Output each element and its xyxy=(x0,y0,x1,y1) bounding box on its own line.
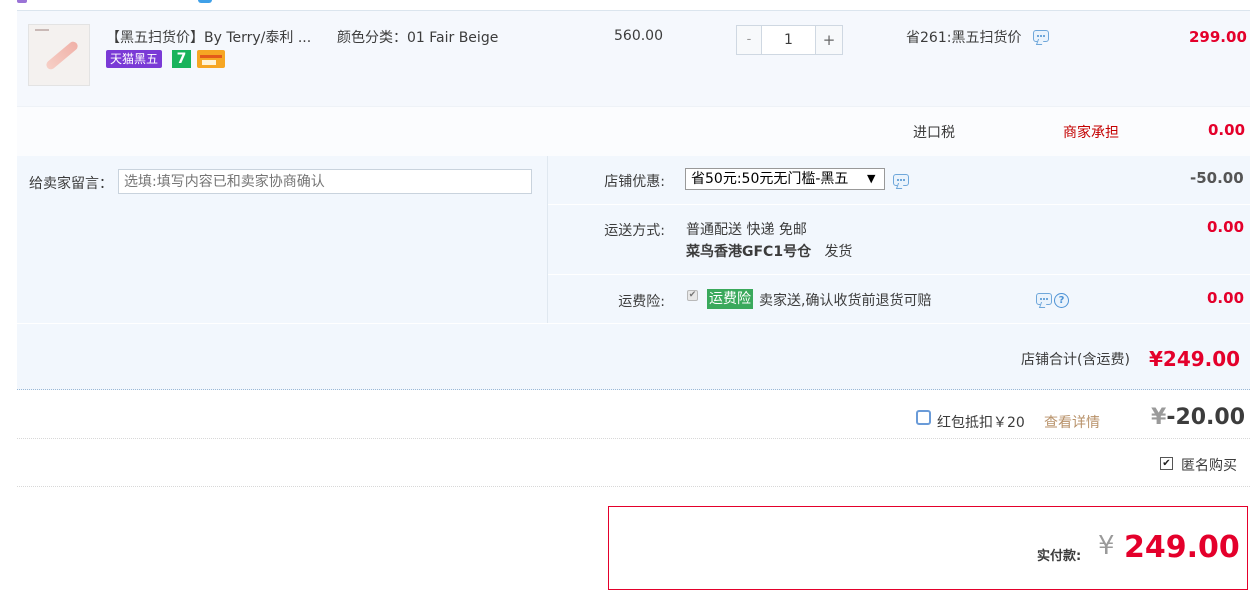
currency-symbol: ¥ xyxy=(1098,531,1115,561)
anonymous-label: 匿名购买 xyxy=(1181,458,1237,474)
product-sku: 颜色分类：01 Fair Beige xyxy=(337,30,499,46)
quantity-decrease-button[interactable]: - xyxy=(736,25,762,55)
product-thumbnail[interactable] xyxy=(28,24,90,86)
shop-total-label: 店铺合计(含运费) xyxy=(1021,352,1130,368)
shop-total-value: ¥249.00 xyxy=(1149,347,1241,371)
dropdown-arrow-icon[interactable]: ▼ xyxy=(867,172,875,185)
insurance-checkbox[interactable]: ✔ xyxy=(687,290,698,301)
import-tax-value: 商家承担 xyxy=(1063,125,1119,141)
shop-coupon-label: 店铺优惠: xyxy=(604,174,665,190)
shop-coupon-select[interactable]: 省50元:50元无门槛-黑五 xyxy=(685,168,885,190)
red-packet-detail-link[interactable]: 查看详情 xyxy=(1044,412,1100,432)
quantity-input[interactable]: 1 xyxy=(761,25,816,55)
currency-symbol: ¥ xyxy=(1151,405,1167,430)
red-packet-label: 红包抵扣￥20 xyxy=(937,415,1025,431)
chat-icon[interactable] xyxy=(1036,293,1052,305)
clipped-icon xyxy=(198,0,212,3)
promotion-text: 省261:黑五扫货价 xyxy=(906,30,1022,46)
tmall-black-friday-badge: 天猫黑五 xyxy=(106,50,163,68)
help-icon[interactable]: ? xyxy=(1054,293,1069,308)
payment-total: 249.00 xyxy=(1124,530,1240,565)
divider xyxy=(548,204,1250,205)
divider xyxy=(17,486,1250,487)
shipping-origin: 菜鸟香港GFC1号仓 发货 xyxy=(686,241,852,261)
warehouse-name: 菜鸟香港GFC1号仓 xyxy=(686,244,812,260)
shipping-method: 普通配送 快递 免邮 xyxy=(686,222,807,238)
clipped-icon xyxy=(17,0,27,3)
product-title-link[interactable]: 【黑五扫货价】By Terry/泰利 ... xyxy=(106,27,311,47)
shop-coupon-amount: -50.00 xyxy=(1190,169,1244,187)
shipping-label: 运送方式: xyxy=(604,223,665,239)
anonymous-checkbox[interactable]: ✔ xyxy=(1160,457,1173,470)
divider xyxy=(17,323,1250,324)
seller-message-input[interactable] xyxy=(118,169,532,194)
seller-message-label: 给卖家留言： xyxy=(29,176,113,192)
insurance-label: 运费险: xyxy=(618,294,665,310)
insurance-tag: 运费险 xyxy=(707,289,753,309)
chat-icon[interactable] xyxy=(893,174,909,186)
item-subtotal: 299.00 xyxy=(1189,28,1247,46)
unit-price: 560.00 xyxy=(614,28,663,44)
red-packet-amount: ¥-20.00 xyxy=(1151,405,1245,430)
import-tax-amount: 0.00 xyxy=(1208,121,1246,139)
divider xyxy=(17,438,1250,439)
divider xyxy=(548,274,1250,275)
credit-card-icon xyxy=(197,50,225,68)
chat-icon[interactable] xyxy=(1033,30,1049,42)
import-tax-label: 进口税 xyxy=(913,125,955,141)
dispatch-text: 发货 xyxy=(824,244,853,260)
insurance-amount: 0.00 xyxy=(1207,289,1245,307)
red-packet-checkbox[interactable] xyxy=(916,410,931,425)
seven-day-return-badge: 7 xyxy=(172,50,191,68)
quantity-increase-button[interactable]: + xyxy=(815,25,843,55)
shipping-amount: 0.00 xyxy=(1207,218,1245,236)
insurance-description: 卖家送,确认收货前退货可赔 xyxy=(759,293,932,309)
red-packet-value: -20.00 xyxy=(1166,405,1246,430)
payment-label: 实付款: xyxy=(1037,549,1082,564)
